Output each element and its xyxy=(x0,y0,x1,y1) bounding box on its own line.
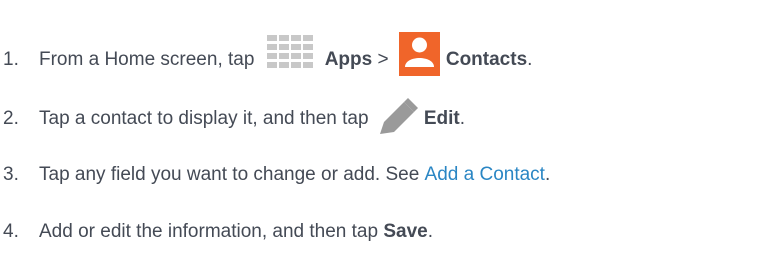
period: . xyxy=(427,221,433,242)
edit-pencil-icon xyxy=(378,98,418,136)
step-text: Add or edit the information, and then ta… xyxy=(39,221,384,242)
period: . xyxy=(544,164,551,185)
add-a-contact-link[interactable]: Add a Contact xyxy=(425,163,545,187)
step-2: 2. Tap a contact to display it, and then… xyxy=(0,98,466,138)
step-text: Tap any field you want to change or add.… xyxy=(39,164,425,185)
step-3: 3. Tap any field you want to change or a… xyxy=(0,163,550,187)
step-text: Tap a contact to display it, and then ta… xyxy=(39,108,374,129)
period: . xyxy=(527,49,533,70)
save-label: Save xyxy=(383,221,428,242)
contacts-icon xyxy=(398,32,440,76)
step-number: 4. xyxy=(3,221,19,242)
contacts-label: Contacts xyxy=(445,49,528,70)
step-number: 3. xyxy=(3,164,19,185)
step-1: 1. From a Home screen, tap Apps > Contac… xyxy=(0,32,533,82)
period: . xyxy=(459,108,466,129)
edit-label: Edit xyxy=(423,108,460,129)
step-number: 1. xyxy=(3,49,19,70)
step-number: 2. xyxy=(3,108,19,129)
separator: > xyxy=(372,49,394,70)
step-text: From a Home screen, tap xyxy=(39,49,260,70)
step-4: 4. Add or edit the information, and then… xyxy=(0,220,433,244)
apps-grid-icon xyxy=(263,35,321,73)
apps-label: Apps xyxy=(324,49,373,70)
